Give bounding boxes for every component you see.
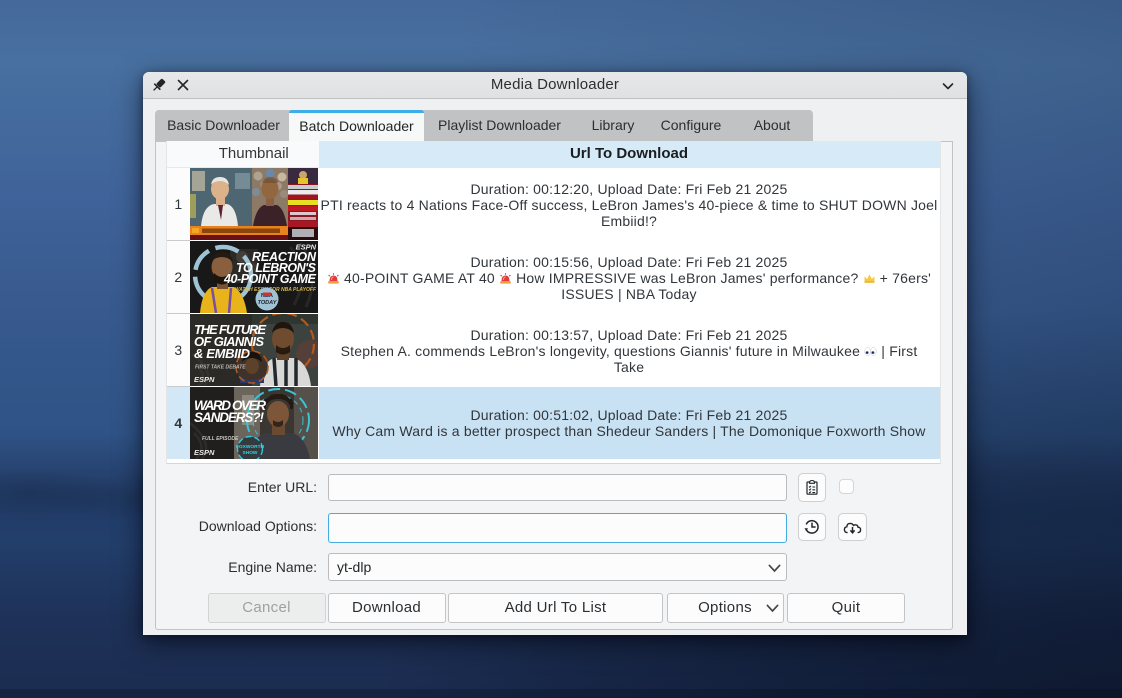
svg-text:FIRST TAKE DEBATE: FIRST TAKE DEBATE [195, 365, 246, 371]
svg-text:TODAY: TODAY [257, 300, 277, 306]
svg-text:ESPN: ESPN [194, 448, 215, 457]
svg-text:SANDERS?!: SANDERS?! [194, 410, 265, 425]
svg-text:40-POINT GAME: 40-POINT GAME [223, 272, 317, 286]
svg-text:& EMBIID: & EMBIID [194, 346, 251, 361]
svg-text:ESPN: ESPN [194, 375, 215, 384]
svg-text:SHOW: SHOW [242, 450, 257, 456]
svg-text:FOXWORTH: FOXWORTH [236, 444, 265, 450]
svg-text:ESPN: ESPN [295, 243, 316, 252]
svg-text:FULL EPISODE: FULL EPISODE [202, 436, 239, 442]
